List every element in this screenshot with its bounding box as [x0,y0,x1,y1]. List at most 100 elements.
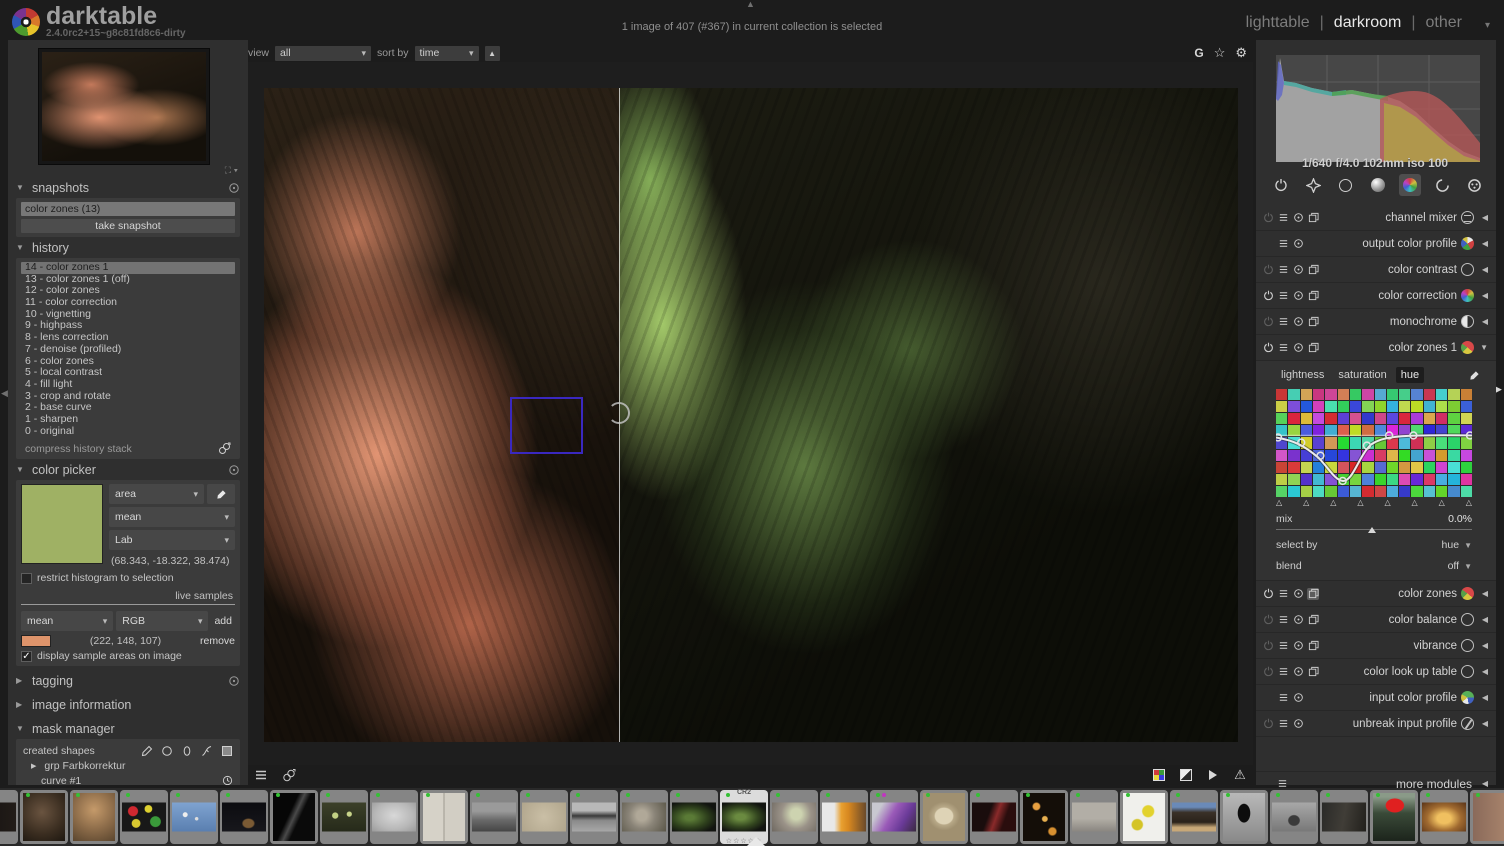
filmstrip-thumbnail-gravel[interactable] [520,790,568,844]
filmstrip-thumbnail-arched-window[interactable] [1220,790,1268,844]
reset-icon[interactable] [1292,264,1304,276]
blend-dropdown[interactable]: blend off ▼ [1276,560,1472,572]
zone-marker-triangle[interactable]: △ [1384,498,1390,507]
module-unbreak-input-profile[interactable]: unbreak input profile ◀ [1256,711,1496,737]
group-tab-tone-group[interactable] [1367,174,1389,196]
reset-icon[interactable] [1292,212,1304,224]
module-color-balance[interactable]: color balance ◀ [1256,607,1496,633]
power-icon[interactable] [1262,640,1274,652]
gradient-tool-icon[interactable] [221,745,233,757]
zone-marker-triangle[interactable]: △ [1357,498,1363,507]
display-samples-checkbox[interactable]: ✓ [21,650,32,662]
mask-shape-row[interactable]: curve #1 [21,773,235,785]
view-filter-dropdown[interactable]: all ▾ [275,45,372,61]
histogram[interactable]: 1/640 f/4.0 102mm iso 100 [1276,55,1480,170]
reset-icon[interactable] [228,675,240,687]
power-icon[interactable] [1262,290,1274,302]
module-expand-arrow[interactable]: ◀ [1478,693,1488,702]
filmstrip-thumbnail-deer-eye[interactable] [70,790,118,844]
zone-marker-triangle[interactable]: △ [1439,498,1445,507]
picker-mode-dropdown[interactable]: area ▾ [109,484,204,505]
filmstrip-thumbnail-cigarette-smoke[interactable] [220,790,268,844]
reset-icon[interactable] [1292,588,1304,600]
filmstrip-thumbnail-hand-stone[interactable] [770,790,818,844]
reset-icon[interactable] [1292,666,1304,678]
mix-slider-marker[interactable] [1368,527,1377,533]
gear-icon[interactable]: ⚙ [1235,45,1247,61]
edited-photo[interactable] [264,88,1238,742]
module-expand-arrow[interactable]: ◀ [1478,265,1488,274]
path-tool-icon[interactable] [141,745,153,757]
view-item-lighttable[interactable]: lighttable [1246,14,1310,32]
tab-saturation[interactable]: saturation [1333,367,1391,383]
presets-icon[interactable] [1277,640,1289,652]
reset-icon[interactable] [228,464,240,476]
module-color-correction[interactable]: color correction ◀ [1256,283,1496,309]
snapshot-rotate-handle[interactable] [608,401,631,424]
reset-icon[interactable] [1292,692,1304,704]
sort-by-dropdown[interactable]: time ▾ [414,45,479,61]
zone-marker-triangle[interactable]: △ [1330,498,1336,507]
mask-group-row[interactable]: ▶ grp Farbkorrektur [21,758,235,773]
filmstrip-thumbnail-padlocks-blur[interactable] [620,790,668,844]
group-tab-basic-group[interactable] [1335,174,1357,196]
history-header[interactable]: ▼ history [16,237,240,258]
reset-icon[interactable] [1292,238,1304,250]
reset-icon[interactable] [1292,614,1304,626]
picker-space-dropdown[interactable]: Lab ▾ [109,530,235,551]
history-item[interactable]: 7 - denoise (profiled) [21,343,235,356]
select-by-dropdown[interactable]: select by hue ▼ [1276,539,1472,551]
hamburger-icon[interactable] [254,768,268,782]
module-input-color-profile[interactable]: input color profile ◀ [1256,685,1496,711]
add-sample-button[interactable]: add [211,615,235,627]
overexposed-icon[interactable] [1206,768,1220,782]
history-item[interactable]: 4 - fill light [21,378,235,391]
power-icon[interactable] [1262,588,1274,600]
module-expand-arrow[interactable]: ◀ [1478,719,1488,728]
presets-icon[interactable] [1277,342,1289,354]
module-expand-arrow[interactable]: ◀ [1478,239,1488,248]
zoom-dropdown-caret[interactable]: ▾ [234,165,238,175]
live-sample-swatch[interactable] [21,635,51,648]
filmstrip-thumbnail-red-tulip[interactable] [1370,790,1418,844]
filmstrip-thumbnail-juice-glass[interactable] [820,790,868,844]
right-panel-collapse-handle[interactable]: ▶ [1495,384,1502,395]
left-panel-collapse-handle[interactable]: ◀ [1,388,8,399]
power-icon[interactable] [1262,614,1274,626]
reset-icon[interactable] [228,182,240,194]
instance-icon[interactable] [1307,614,1319,626]
filmstrip-thumbnail-panorama-bw[interactable] [570,790,618,844]
instance-icon[interactable] [1307,290,1319,302]
sample-space-dropdown[interactable]: RGB ▾ [116,611,209,632]
take-snapshot-button[interactable]: take snapshot [21,219,235,233]
zoom-fit-icon[interactable]: ⛶ [225,165,231,175]
zone-marker-triangle[interactable]: △ [1303,498,1309,507]
color-zones-curve[interactable] [1276,389,1472,498]
module-expand-arrow[interactable]: ◀ [1478,317,1488,326]
reset-icon[interactable] [1292,640,1304,652]
group-tab-favorites[interactable] [1302,174,1324,196]
module-output-color-profile[interactable]: output color profile ◀ [1256,231,1496,257]
module-expand-arrow[interactable]: ◀ [1478,213,1488,222]
image-information-header[interactable]: ▶ image information [16,694,240,715]
presets-icon[interactable] [1277,666,1289,678]
presets-icon[interactable] [1277,212,1289,224]
reset-icon[interactable] [1292,290,1304,302]
filmstrip-thumbnail-candle-glass[interactable] [1420,790,1468,844]
mask-manager-header[interactable]: ▼ mask manager [16,718,240,739]
history-item[interactable]: 0 - original [21,425,235,438]
reset-icon[interactable] [1292,718,1304,730]
guides-toggle-icon[interactable]: G [1194,46,1203,60]
color-zones-markers[interactable]: △ △ △ △ △ △ △ △ [1276,498,1472,507]
module-expand-arrow[interactable]: ◀ [1478,667,1488,676]
module-color-zones[interactable]: color zones ◀ [1256,581,1496,607]
filmstrip-thumbnail-dark-streaks[interactable] [270,790,318,844]
presets-icon[interactable] [1277,718,1289,730]
zone-marker-triangle[interactable]: △ [1412,498,1418,507]
instance-icon[interactable] [1307,316,1319,328]
color-picker-header[interactable]: ▼ color picker [16,459,240,480]
filmstrip-thumbnail-oval-clock[interactable] [920,790,968,844]
reset-icon[interactable] [1292,316,1304,328]
power-icon[interactable] [1262,666,1274,678]
mix-slider[interactable]: mix 0.0% [1276,513,1472,533]
